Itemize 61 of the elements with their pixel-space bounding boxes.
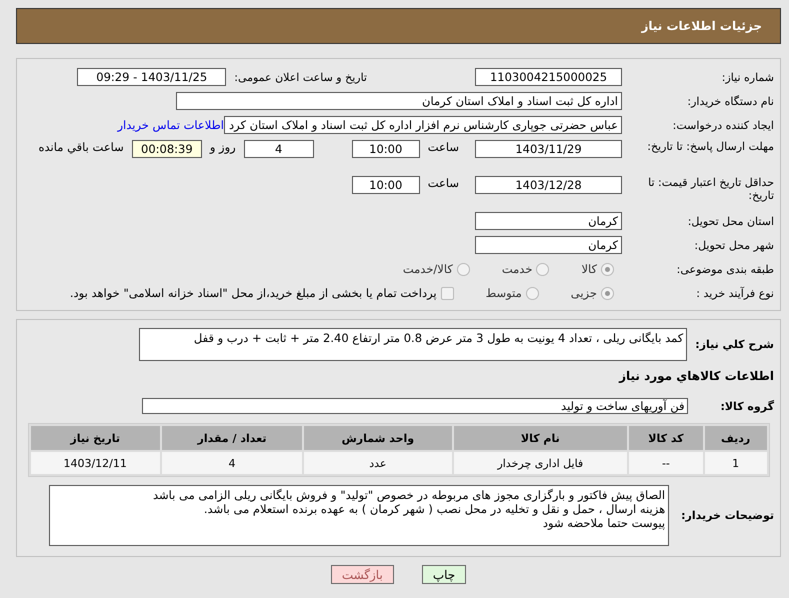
column-header: نام کالا bbox=[454, 426, 628, 450]
radio-label: کالا bbox=[581, 262, 597, 276]
checkbox-label: پرداخت تمام یا بخشی از مبلغ خرید،از محل "اسناد خزانه اسلامی" خواهد بود. bbox=[70, 286, 437, 300]
print-button[interactable]: چاپ bbox=[422, 565, 466, 584]
field-label: حداقل تاریخ اعتبار قیمت: تا تاریخ: bbox=[647, 176, 774, 202]
time-label: ساعت bbox=[428, 176, 459, 190]
table-cell: 1403/12/11 bbox=[30, 452, 160, 474]
remaining-time-field[interactable]: 00:08:39 bbox=[132, 140, 202, 158]
field-label: نام دستگاه خریدار: bbox=[686, 94, 774, 108]
radio-button[interactable] bbox=[601, 262, 614, 276]
field-label: شرح کلي نياز: bbox=[695, 338, 774, 351]
radio-button[interactable] bbox=[536, 262, 550, 276]
section-heading: اطلاعات کالاهاي مورد نياز bbox=[618, 369, 774, 383]
table-cell: 1 bbox=[704, 452, 766, 474]
page-title: جزئیات اطلاعات نیاز bbox=[641, 19, 762, 33]
field-label: ایجاد کننده درخواست: bbox=[672, 118, 774, 132]
field-label: توضیحات خریدار: bbox=[681, 509, 774, 522]
summary-field[interactable]: کمد بایگانی ریلی ، تعداد 4 یونیت به طول 3 متر عرض 0.8 متر ارتفاع 2.40 متر + ثابت + درب و قفل bbox=[139, 328, 688, 361]
field-label: شماره نیاز: bbox=[720, 70, 774, 84]
column-header: ردیف bbox=[704, 426, 766, 450]
buyer-contact-link[interactable]: اطلاعات تماس خریدار bbox=[117, 118, 224, 132]
validity-time-field[interactable]: 10:00 bbox=[352, 176, 420, 194]
field-label: تاریخ و ساعت اعلان عمومی: bbox=[234, 70, 367, 84]
radio-button[interactable] bbox=[456, 262, 470, 276]
goods-group-field[interactable]: فن آوریهای ساخت و تولید bbox=[142, 398, 688, 414]
radio-label: خدمت bbox=[502, 262, 532, 276]
radio-label: کالا/خدمت bbox=[402, 262, 453, 276]
table-cell: -- bbox=[629, 452, 703, 474]
city-field[interactable]: کرمان bbox=[475, 236, 622, 254]
column-header: تعداد / مقدار bbox=[162, 426, 302, 450]
province-field[interactable]: کرمان bbox=[475, 212, 622, 230]
radio-button[interactable] bbox=[601, 286, 614, 300]
radio-label: متوسط bbox=[486, 286, 522, 300]
checkbox[interactable] bbox=[440, 286, 454, 300]
back-button[interactable]: بازگشت bbox=[330, 565, 394, 584]
column-header: واحد شمارش bbox=[304, 426, 452, 450]
field-label: شهر محل تحویل: bbox=[693, 238, 774, 252]
deadline-date-field[interactable]: 1403/11/29 bbox=[475, 140, 622, 158]
table-cell: عدد bbox=[304, 452, 452, 474]
time-label: ساعت bbox=[428, 140, 459, 154]
table-cell: 4 bbox=[162, 452, 302, 474]
buyer-notes-field[interactable]: الصاق پیش فاکتور و بارگزاری مجوز های مربوطه در خصوص "تولید" و فروش بایگانی ریلی الزامی می باشد هزینه ارسال ، حمل و نقل و تخلیه در محل نصب ( شهر کرمان ) به عهده برنده استعلام می باشد. پیوست حتما ملاحضه شود bbox=[49, 485, 670, 546]
days-label: روز و bbox=[210, 140, 236, 154]
radio-label: جزیی bbox=[570, 286, 597, 300]
buyer-org-field[interactable]: اداره کل ثبت اسناد و املاک استان کرمان bbox=[176, 92, 622, 110]
table-cell: فایل اداری چرخدار bbox=[454, 452, 628, 474]
requester-field[interactable]: عباس حضرتی جوپاری کارشناس نرم افزار اداره کل ثبت اسناد و املاک استان کرد bbox=[224, 116, 622, 134]
column-header: تاریخ نیاز bbox=[30, 426, 160, 450]
field-label: استان محل تحویل: bbox=[686, 214, 774, 228]
days-field[interactable]: 4 bbox=[244, 140, 314, 158]
field-label: گروه کالا: bbox=[720, 400, 774, 412]
column-header: کد کالا bbox=[629, 426, 703, 450]
validity-date-field[interactable]: 1403/12/28 bbox=[475, 176, 622, 194]
deadline-time-field[interactable]: 10:00 bbox=[352, 140, 420, 158]
field-label: مهلت ارسال پاسخ: تا تاریخ: bbox=[646, 140, 774, 153]
field-label: نوع فرآیند خرید : bbox=[695, 286, 774, 300]
announce-date-field[interactable]: 1403/11/25 - 09:29 bbox=[77, 68, 226, 86]
radio-button[interactable] bbox=[526, 286, 539, 300]
need-number-field[interactable]: 1103004215000025 bbox=[475, 68, 622, 86]
remaining-label: ساعت باقي مانده bbox=[38, 140, 124, 154]
field-label: طبقه بندی موضوعی: bbox=[676, 262, 774, 276]
